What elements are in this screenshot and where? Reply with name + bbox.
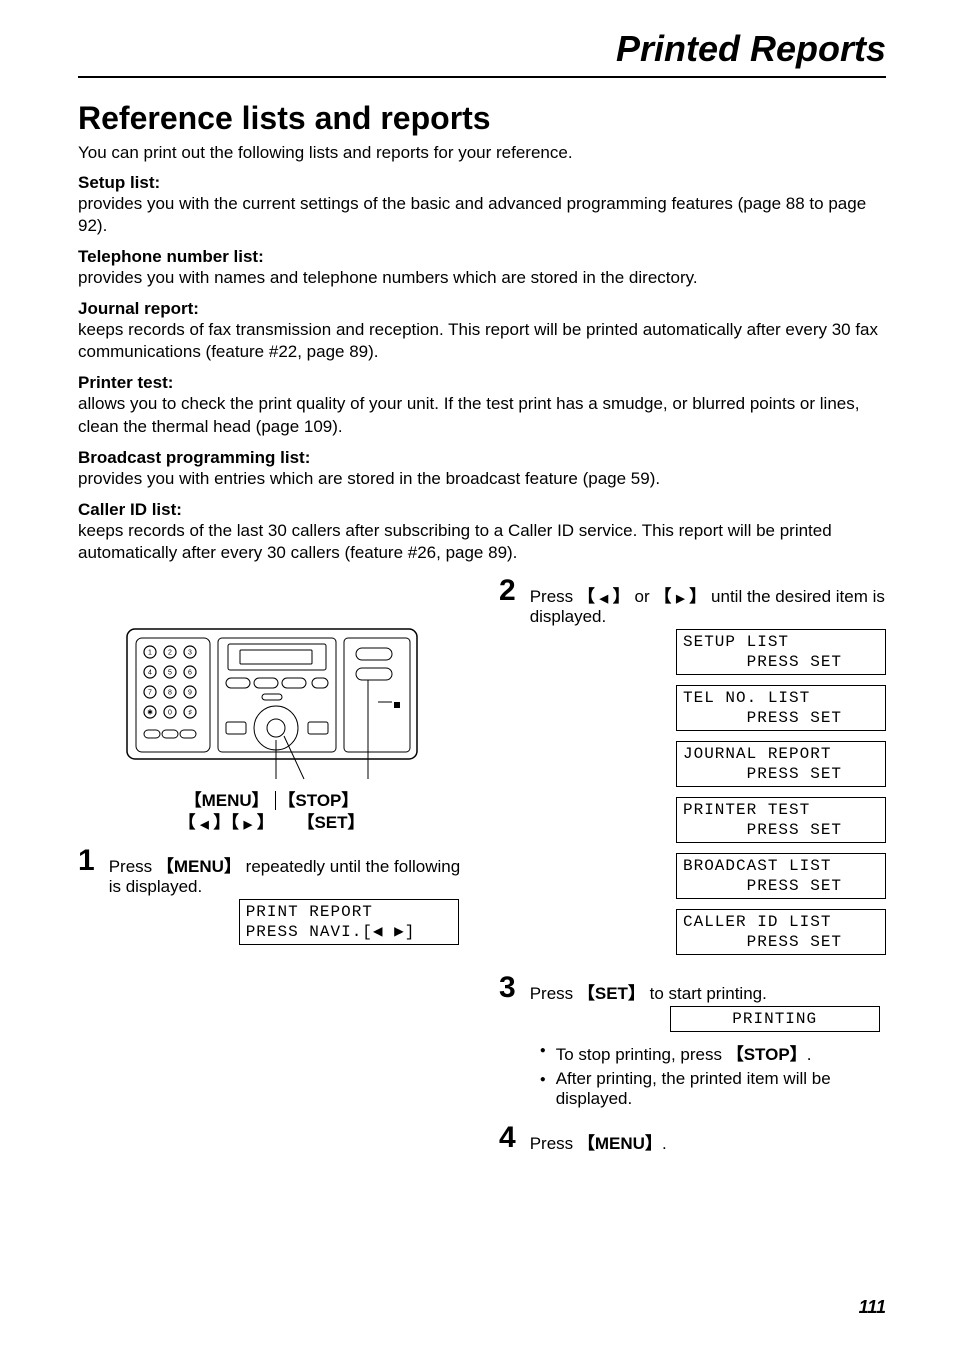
- step-text: to start printing.: [645, 984, 767, 1003]
- svg-text:3: 3: [188, 649, 192, 656]
- step-text: Press: [530, 1134, 578, 1153]
- desc-heading: Caller ID list:: [78, 500, 886, 520]
- key-menu: MENU: [578, 1134, 662, 1153]
- lcd-display: SETUP LIST PRESS SET: [676, 629, 886, 675]
- desc-text: allows you to check the print quality of…: [78, 393, 886, 437]
- desc-text: provides you with the current settings o…: [78, 193, 886, 237]
- key-left-arrow: 【 】: [578, 587, 630, 606]
- svg-text:5: 5: [168, 669, 172, 676]
- section-heading: Reference lists and reports: [78, 100, 886, 137]
- desc-broadcast-list: Broadcast programming list: provides you…: [78, 448, 886, 490]
- lcd-display: TEL NO. LIST PRESS SET: [676, 685, 886, 731]
- desc-text: keeps records of the last 30 callers aft…: [78, 520, 886, 564]
- divider-icon: [275, 791, 276, 810]
- page-number: 111: [859, 1297, 886, 1318]
- intro-text: You can print out the following lists an…: [78, 143, 886, 163]
- desc-heading: Telephone number list:: [78, 247, 886, 267]
- bullet-text: To stop printing, press: [556, 1045, 727, 1064]
- step-4: 4 Press MENU.: [499, 1123, 886, 1154]
- desc-heading: Setup list:: [78, 173, 886, 193]
- svg-text:2: 2: [168, 649, 172, 656]
- step-3: 3 Press SET to start printing. PRINTING …: [499, 973, 886, 1113]
- step-text: Press: [530, 587, 578, 606]
- svg-text:♯: ♯: [188, 709, 192, 716]
- desc-text: provides you with entries which are stor…: [78, 468, 886, 490]
- step-text: .: [662, 1134, 667, 1153]
- key-menu: MENU: [157, 857, 241, 876]
- lcd-display: JOURNAL REPORT PRESS SET: [676, 741, 886, 787]
- svg-text:8: 8: [168, 689, 172, 696]
- step-number: 3: [499, 973, 516, 1003]
- svg-text:6: 6: [188, 669, 192, 676]
- bullet-text: .: [807, 1045, 812, 1064]
- desc-journal-report: Journal report: keeps records of fax tra…: [78, 299, 886, 363]
- illus-label-arrows: 【 】【 】: [178, 813, 273, 832]
- svg-text:4: 4: [148, 669, 152, 676]
- svg-text:9: 9: [188, 689, 192, 696]
- desc-caller-id-list: Caller ID list: keeps records of the las…: [78, 500, 886, 564]
- svg-text:0: 0: [168, 709, 172, 716]
- step-1: 1 Press MENU repeatedly until the follow…: [78, 846, 465, 953]
- step-number: 4: [499, 1123, 516, 1153]
- desc-telephone-list: Telephone number list: provides you with…: [78, 247, 886, 289]
- lcd-display: BROADCAST LIST PRESS SET: [676, 853, 886, 899]
- svg-text:1: 1: [148, 649, 152, 656]
- illus-label-stop: STOP: [278, 791, 358, 810]
- lcd-display: CALLER ID LIST PRESS SET: [676, 909, 886, 955]
- key-stop: STOP: [727, 1045, 807, 1064]
- bullet-item: After printing, the printed item will be…: [540, 1069, 886, 1109]
- chapter-title: Printed Reports: [78, 28, 886, 78]
- desc-printer-test: Printer test: allows you to check the pr…: [78, 373, 886, 437]
- svg-text:7: 7: [148, 689, 152, 696]
- desc-text: provides you with names and telephone nu…: [78, 267, 886, 289]
- svg-text:✱: ✱: [147, 708, 153, 716]
- bullet-item: To stop printing, press STOP.: [540, 1040, 886, 1065]
- step-text: Press: [530, 984, 578, 1003]
- illus-label-menu: MENU: [185, 791, 269, 810]
- desc-heading: Broadcast programming list:: [78, 448, 886, 468]
- desc-text: keeps records of fax transmission and re…: [78, 319, 886, 363]
- device-illustration: 1 2 3 4 5 6 7 8 9 ✱ 0 ♯: [122, 624, 422, 834]
- step-number: 2: [499, 576, 516, 606]
- lcd-display: PRINTING: [670, 1006, 880, 1032]
- lcd-display: PRINTER TEST PRESS SET: [676, 797, 886, 843]
- desc-heading: Journal report:: [78, 299, 886, 319]
- key-right-arrow: 【 】: [654, 587, 706, 606]
- step-text: or: [630, 587, 655, 606]
- desc-heading: Printer test:: [78, 373, 886, 393]
- step-2: 2 Press 【 】 or 【 】 until the desired ite…: [499, 576, 886, 963]
- desc-setup-list: Setup list: provides you with the curren…: [78, 173, 886, 237]
- step-number: 1: [78, 846, 95, 876]
- key-set: SET: [578, 984, 645, 1003]
- lcd-display: PRINT REPORT PRESS NAVI.[◀ ▶]: [239, 899, 459, 945]
- illus-label-set: SET: [297, 813, 364, 832]
- step-text: Press: [109, 857, 157, 876]
